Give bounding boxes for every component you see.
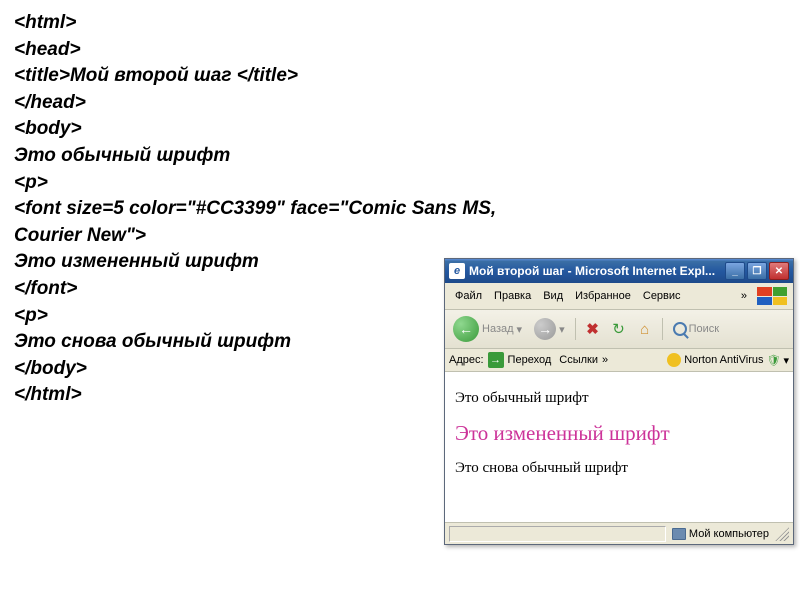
status-zone-label: Мой компьютер <box>689 528 769 540</box>
code-line: <p> <box>14 170 786 197</box>
back-arrow-icon: ← <box>453 316 479 342</box>
code-line: Courier New"> <box>14 223 786 250</box>
norton-label[interactable]: Norton AntiVirus <box>684 354 763 366</box>
menu-view[interactable]: Вид <box>537 288 569 304</box>
titlebar[interactable]: e Мой второй шаг - Microsoft Internet Ex… <box>445 259 793 283</box>
status-panel <box>449 526 666 542</box>
content-text-normal: Это обычный шрифт <box>455 390 783 407</box>
menu-tools[interactable]: Сервис <box>637 288 687 304</box>
norton-icon <box>667 353 681 367</box>
chevron-more-icon[interactable]: » <box>737 290 751 302</box>
code-line: </head> <box>14 90 786 117</box>
refresh-icon: ↻ <box>612 320 625 338</box>
content-text-normal: Это снова обычный шрифт <box>455 460 783 477</box>
ie-icon: e <box>449 263 465 279</box>
code-line: <font size=5 color="#CC3399" face="Comic… <box>14 196 786 223</box>
code-line: <html> <box>14 10 786 37</box>
maximize-button[interactable]: ❐ <box>747 262 767 280</box>
home-icon: ⌂ <box>640 321 649 338</box>
windows-logo-icon <box>755 285 789 307</box>
norton-status-icon: 🛡 <box>767 354 781 367</box>
refresh-button[interactable]: ↻ <box>608 318 630 340</box>
computer-icon <box>672 528 686 540</box>
menu-file[interactable]: Файл <box>449 288 488 304</box>
go-label[interactable]: Переход <box>508 354 552 366</box>
go-button[interactable]: → <box>488 352 504 368</box>
separator <box>662 318 663 340</box>
menu-edit[interactable]: Правка <box>488 288 537 304</box>
stop-button[interactable]: ✖ <box>582 318 604 340</box>
search-button[interactable]: Поиск <box>669 320 723 338</box>
separator <box>575 318 576 340</box>
code-line: <body> <box>14 116 786 143</box>
code-line: Это обычный шрифт <box>14 143 786 170</box>
back-label: Назад <box>482 323 514 335</box>
dropdown-arrow-icon: ▾ <box>559 323 565 336</box>
stop-icon: ✖ <box>586 320 599 338</box>
code-line: <title>Мой второй шаг </title> <box>14 63 786 90</box>
links-label[interactable]: Ссылки <box>559 354 598 366</box>
minimize-button[interactable]: _ <box>725 262 745 280</box>
dropdown-arrow-icon[interactable]: ▾ <box>783 354 789 367</box>
menubar: Файл Правка Вид Избранное Сервис » <box>445 283 793 310</box>
close-button[interactable]: ✕ <box>769 262 789 280</box>
search-label: Поиск <box>689 323 719 335</box>
address-bar: Адрес: → Переход Ссылки » Norton AntiVir… <box>445 349 793 372</box>
forward-button[interactable]: → ▾ <box>530 316 569 342</box>
address-label: Адрес: <box>449 354 484 366</box>
magnifier-icon <box>673 322 687 336</box>
code-line: <head> <box>14 37 786 64</box>
resize-grip[interactable] <box>775 527 789 541</box>
window-title: Мой второй шаг - Microsoft Internet Expl… <box>469 264 725 278</box>
toolbar: ← Назад ▾ → ▾ ✖ ↻ ⌂ Поиск <box>445 310 793 349</box>
menu-favorites[interactable]: Избранное <box>569 288 637 304</box>
back-button[interactable]: ← Назад ▾ <box>449 314 526 344</box>
dropdown-arrow-icon: ▾ <box>517 323 523 336</box>
forward-arrow-icon: → <box>534 318 556 340</box>
browser-window: e Мой второй шаг - Microsoft Internet Ex… <box>444 258 794 545</box>
content-text-changed: Это измененный шрифт <box>455 421 783 446</box>
home-button[interactable]: ⌂ <box>634 318 656 340</box>
status-bar: Мой компьютер <box>445 522 793 544</box>
chevron-more-icon[interactable]: » <box>602 354 608 366</box>
status-zone: Мой компьютер <box>672 528 769 540</box>
page-content: Это обычный шрифт Это измененный шрифт Э… <box>445 372 793 522</box>
